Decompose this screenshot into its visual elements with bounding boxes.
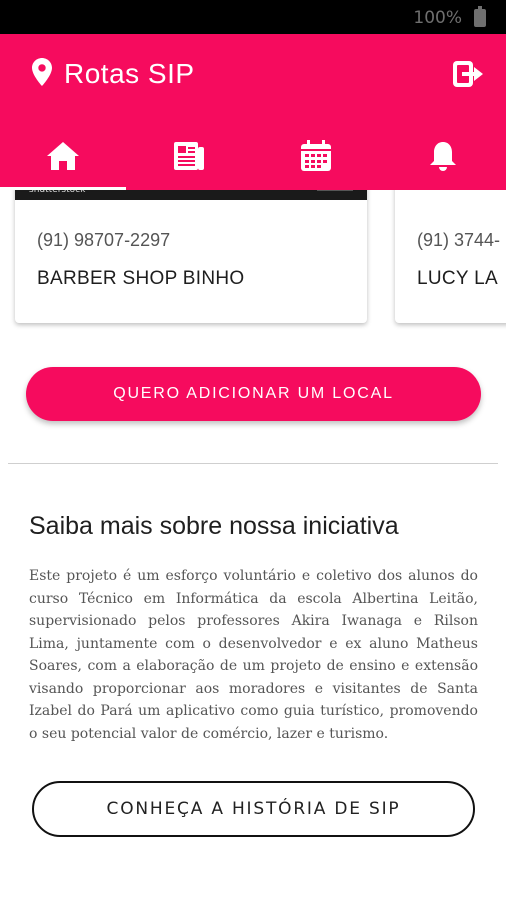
tab-home[interactable]	[0, 122, 126, 190]
place-name: BARBER SHOP BINHO	[37, 268, 245, 289]
newspaper-icon	[174, 142, 204, 170]
battery-icon	[474, 6, 486, 27]
tab-news[interactable]	[126, 122, 252, 190]
about-title: Saiba mais sobre nossa iniciativa	[29, 512, 399, 540]
places-carousel[interactable]: shutterstock (91) 98707-2297 BARBER SHOP…	[0, 190, 506, 330]
app-title: Rotas SIP	[64, 58, 195, 89]
tab-bar	[0, 122, 506, 190]
image-watermark: shutterstock	[29, 190, 86, 195]
logout-icon[interactable]	[452, 60, 484, 88]
place-phone: (91) 98707-2297	[37, 230, 171, 250]
home-icon	[47, 142, 79, 170]
location-pin-icon	[32, 58, 52, 86]
place-image: shutterstock	[15, 190, 367, 200]
place-name: LUCY LA	[417, 268, 498, 289]
status-bar: 100%	[0, 0, 506, 34]
place-card[interactable]: shutterstock (91) 98707-2297 BARBER SHOP…	[15, 190, 367, 323]
place-image	[395, 190, 506, 200]
about-description: Este projeto é um esforço voluntário e c…	[29, 568, 478, 742]
calendar-icon	[301, 140, 331, 171]
tab-notifications[interactable]	[380, 122, 506, 190]
battery-percentage: 100%	[413, 8, 462, 28]
place-card[interactable]: (91) 3744- LUCY LA	[395, 190, 506, 323]
image-watermark-mark	[317, 190, 353, 191]
tab-calendar[interactable]	[253, 122, 379, 190]
bell-icon	[430, 142, 456, 171]
add-location-button[interactable]: QUERO ADICIONAR UM LOCAL	[26, 367, 481, 421]
selected-tab-indicator	[0, 187, 126, 190]
place-phone: (91) 3744-	[417, 230, 501, 250]
divider	[8, 463, 498, 464]
app-bar: Rotas SIP	[0, 34, 506, 190]
history-button[interactable]: CONHEÇA A HISTÓRIA DE SIP	[32, 781, 475, 837]
